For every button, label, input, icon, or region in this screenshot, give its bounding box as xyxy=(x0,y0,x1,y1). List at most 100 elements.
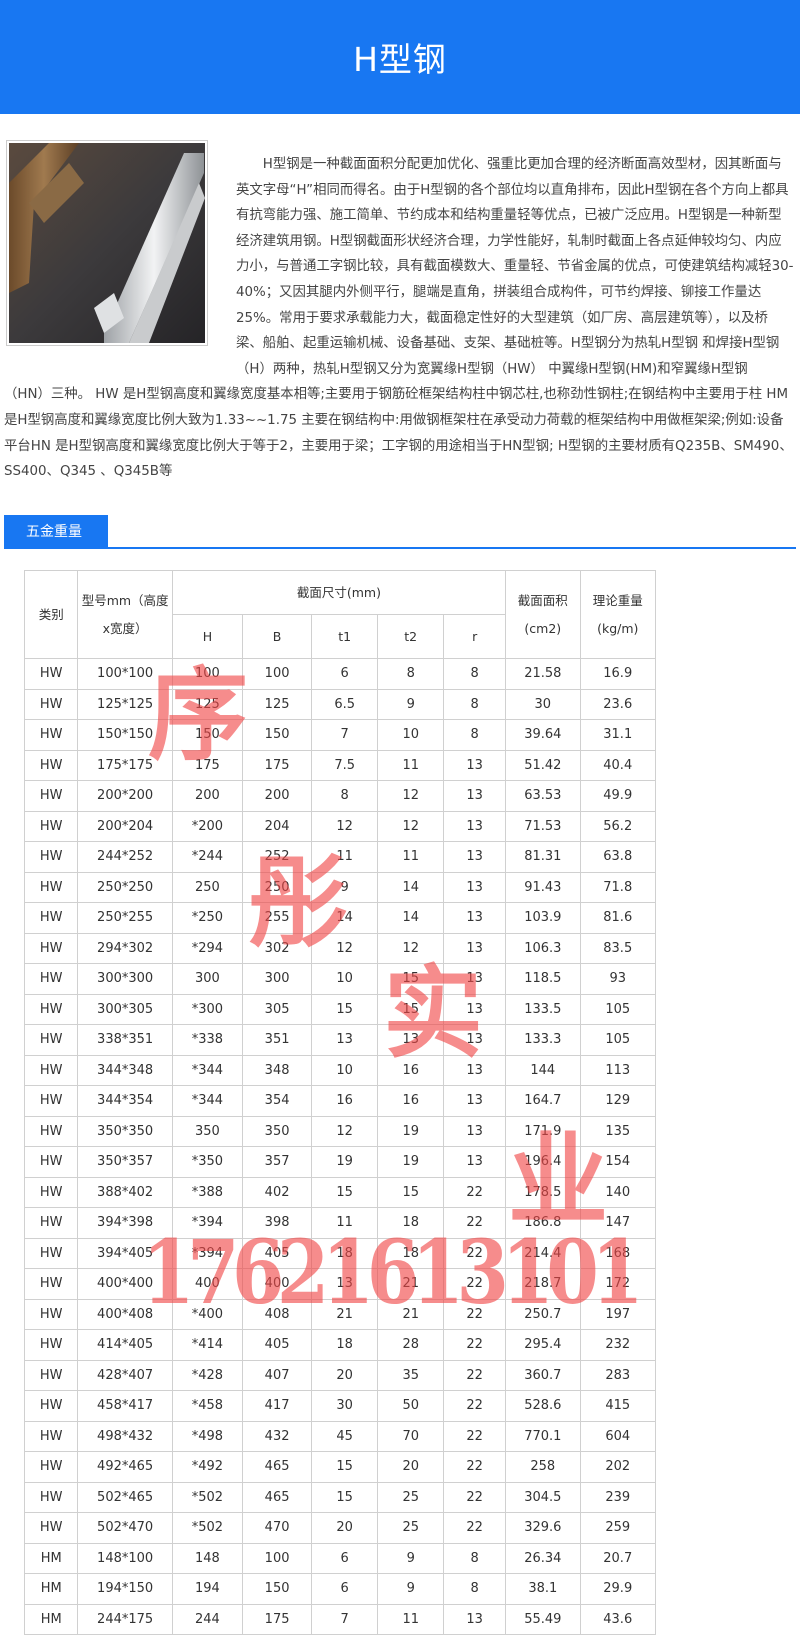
section-tab[interactable]: 五金重量 xyxy=(4,515,108,547)
table-cell: 23.6 xyxy=(579,688,656,720)
table-cell: 13 xyxy=(443,1085,507,1117)
table-cell: 10 xyxy=(311,1054,379,1086)
header-h: H xyxy=(171,614,244,659)
table-cell: HW xyxy=(23,1146,79,1178)
table-cell: HW xyxy=(23,871,79,903)
table-row: HW 344*354 *344 354 16 16 13 164.7 129 xyxy=(23,1085,656,1117)
table-cell: 133.5 xyxy=(505,993,581,1025)
table-cell: 344*348 xyxy=(77,1054,173,1086)
table-cell: 20 xyxy=(311,1359,379,1391)
table-cell: 105 xyxy=(579,993,656,1025)
table-row: HW 100*100 100 100 6 8 8 21.58 16.9 xyxy=(23,658,656,690)
table-cell: 13 xyxy=(443,1115,507,1147)
table-cell: 200 xyxy=(241,780,313,812)
table-row: HW 492*465 *492 465 15 20 22 258 202 xyxy=(23,1451,656,1483)
table-cell: 71.53 xyxy=(505,810,581,842)
table-cell: 20 xyxy=(377,1451,445,1483)
table-cell: 22 xyxy=(443,1268,507,1300)
table-cell: 304.5 xyxy=(505,1481,581,1513)
table-cell: 202 xyxy=(579,1451,656,1483)
table-row: HW 502*465 *502 465 15 25 22 304.5 239 xyxy=(23,1481,656,1513)
table-row: HW 250*255 *250 255 14 14 13 103.9 81.6 xyxy=(23,902,656,934)
table-cell: 100 xyxy=(241,658,313,690)
table-cell: 13 xyxy=(443,780,507,812)
table-cell: 172 xyxy=(579,1268,656,1300)
table-cell: 26.34 xyxy=(505,1542,581,1574)
table-cell: *458 xyxy=(171,1390,244,1422)
table-row: HW 394*405 *394 405 18 18 22 214.4 168 xyxy=(23,1237,656,1269)
table-cell: 250.7 xyxy=(505,1298,581,1330)
table-cell: 148 xyxy=(171,1542,244,1574)
table-cell: 21 xyxy=(377,1298,445,1330)
table-cell: 22 xyxy=(443,1359,507,1391)
table-cell: HW xyxy=(23,1390,79,1422)
table-cell: 458*417 xyxy=(77,1390,173,1422)
table-cell: 106.3 xyxy=(505,932,581,964)
table-cell: 400 xyxy=(171,1268,244,1300)
table-cell: 470 xyxy=(241,1512,313,1544)
table-cell: 118.5 xyxy=(505,963,581,995)
table-cell: 25 xyxy=(377,1512,445,1544)
h-beam-spec-table: 类别 型号mm（高度x宽度） 截面尺寸(mm) 截面面积(cm2) 理论重量(k… xyxy=(23,570,656,1635)
table-cell: 16 xyxy=(377,1054,445,1086)
table-cell: 11 xyxy=(311,841,379,873)
table-cell: 14 xyxy=(377,871,445,903)
table-cell: 197 xyxy=(579,1298,656,1330)
table-row: HW 350*350 350 350 12 19 13 171.9 135 xyxy=(23,1115,656,1147)
table-cell: 28 xyxy=(377,1329,445,1361)
table-cell: 140 xyxy=(579,1176,656,1208)
table-cell: HW xyxy=(23,932,79,964)
table-cell: *244 xyxy=(171,841,244,873)
table-cell: *502 xyxy=(171,1481,244,1513)
table-cell: 244*175 xyxy=(77,1603,173,1635)
table-cell: 348 xyxy=(241,1054,313,1086)
table-cell: 232 xyxy=(579,1329,656,1361)
table-cell: HW xyxy=(23,902,79,934)
table-cell: HM xyxy=(23,1542,79,1574)
table-cell: *502 xyxy=(171,1512,244,1544)
table-cell: 498*432 xyxy=(77,1420,173,1452)
table-cell: 15 xyxy=(377,993,445,1025)
table-cell: 13 xyxy=(443,993,507,1025)
table-cell: 20 xyxy=(311,1512,379,1544)
table-cell: 350 xyxy=(241,1115,313,1147)
table-cell: 465 xyxy=(241,1451,313,1483)
table-cell: 405 xyxy=(241,1237,313,1269)
table-cell: 175 xyxy=(241,1603,313,1635)
table-cell: 38.1 xyxy=(505,1573,581,1605)
table-cell: 250 xyxy=(241,871,313,903)
table-row: HW 388*402 *388 402 15 15 22 178.5 140 xyxy=(23,1176,656,1208)
table-cell: 103.9 xyxy=(505,902,581,934)
table-cell: 300 xyxy=(241,963,313,995)
table-cell: 8 xyxy=(443,688,507,720)
table-cell: 250*255 xyxy=(77,902,173,934)
table-cell: HW xyxy=(23,1085,79,1117)
table-cell: HW xyxy=(23,1207,79,1239)
table-cell: 6 xyxy=(311,1573,379,1605)
table-cell: 22 xyxy=(443,1420,507,1452)
table-cell: 91.43 xyxy=(505,871,581,903)
table-cell: 43.6 xyxy=(579,1603,656,1635)
table-cell: 14 xyxy=(377,902,445,934)
table-cell: 25 xyxy=(377,1481,445,1513)
table-cell: 8 xyxy=(311,780,379,812)
page-title: H型钢 xyxy=(353,40,447,79)
table-cell: 400*408 xyxy=(77,1298,173,1330)
table-cell: 194*150 xyxy=(77,1573,173,1605)
table-cell: 55.49 xyxy=(505,1603,581,1635)
table-cell: 144 xyxy=(505,1054,581,1086)
table-cell: 129 xyxy=(579,1085,656,1117)
table-cell: 258 xyxy=(505,1451,581,1483)
table-cell: 164.7 xyxy=(505,1085,581,1117)
header-r: r xyxy=(443,614,507,659)
table-cell: 407 xyxy=(241,1359,313,1391)
table-cell: 178.5 xyxy=(505,1176,581,1208)
table-cell: 302 xyxy=(241,932,313,964)
table-cell: 12 xyxy=(377,810,445,842)
table-cell: 218.7 xyxy=(505,1268,581,1300)
table-cell: 22 xyxy=(443,1298,507,1330)
table-cell: *400 xyxy=(171,1298,244,1330)
header-section-area: 截面面积(cm2) xyxy=(505,570,581,659)
table-cell: HW xyxy=(23,1298,79,1330)
table-cell: 417 xyxy=(241,1390,313,1422)
